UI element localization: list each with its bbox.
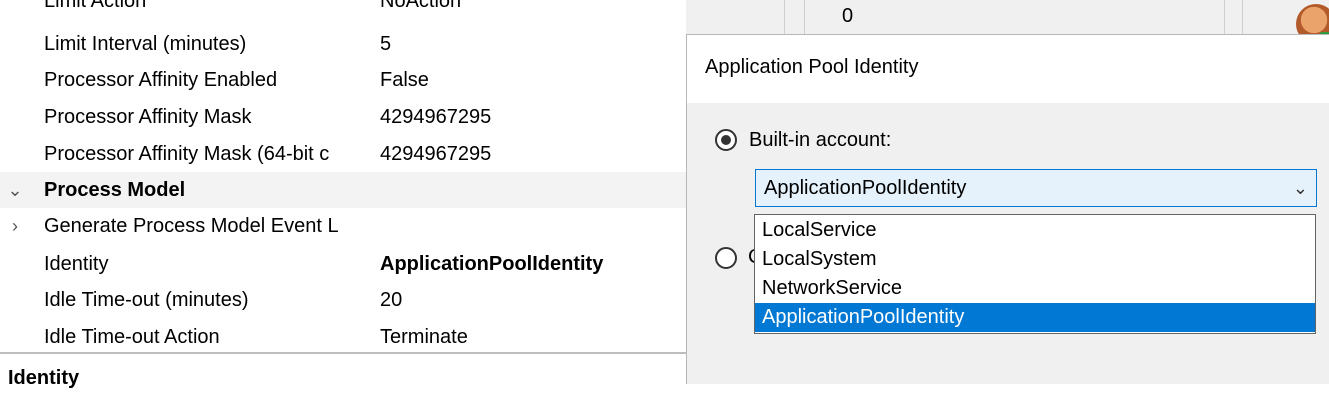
chevron-down-icon[interactable]: ⌄	[4, 172, 26, 208]
builtin-account-radio[interactable]	[715, 129, 737, 151]
property-value: ApplicationPoolIdentity	[380, 253, 604, 275]
property-name: Processor Affinity Mask (64-bit c	[44, 143, 330, 165]
combobox-value: ApplicationPoolIdentity	[764, 177, 967, 199]
property-row-processor-affinity-mask[interactable]: Processor Affinity Mask 4294967295	[0, 99, 686, 135]
description-title: Identity	[8, 367, 80, 389]
builtin-account-label[interactable]: Built-in account:	[749, 127, 891, 153]
property-row-generate-process-model-event-log[interactable]: › Generate Process Model Event L	[0, 208, 686, 244]
property-value: False	[380, 69, 429, 91]
dropdown-option-localservice[interactable]: LocalService	[755, 216, 1315, 245]
column-divider	[784, 0, 785, 34]
property-row-processor-affinity-enabled[interactable]: Processor Affinity Enabled False	[0, 62, 686, 98]
property-name: Idle Time-out (minutes)	[44, 289, 249, 311]
property-row-processor-affinity-mask-64[interactable]: Processor Affinity Mask (64-bit c 429496…	[0, 136, 686, 172]
dropdown-option-localsystem[interactable]: LocalSystem	[755, 245, 1315, 274]
property-value: NoAction	[380, 0, 462, 12]
chevron-right-icon[interactable]: ›	[4, 208, 26, 244]
background-grid-header	[686, 0, 1329, 34]
property-name: Idle Time-out Action	[44, 326, 220, 348]
property-name: Processor Affinity Mask	[44, 106, 252, 128]
property-row-limit-interval[interactable]: Limit Interval (minutes) 5	[0, 26, 686, 62]
background-cell-value: 0	[842, 5, 854, 27]
property-name: Processor Affinity Enabled	[44, 69, 278, 91]
property-name: Generate Process Model Event L	[44, 215, 339, 237]
property-value: 4294967295	[380, 106, 492, 128]
category-label: Process Model	[44, 179, 186, 201]
dropdown-option-applicationpoolidentity[interactable]: ApplicationPoolIdentity	[755, 303, 1315, 332]
account-dropdown-list: LocalService LocalSystem NetworkService …	[754, 214, 1316, 334]
column-divider	[1242, 0, 1243, 34]
property-value: Terminate	[380, 326, 468, 348]
custom-account-radio[interactable]	[715, 247, 737, 269]
column-divider	[1224, 0, 1225, 34]
property-row-identity[interactable]: Identity ApplicationPoolIdentity	[0, 246, 686, 282]
dialog-titlebar[interactable]: Application Pool Identity	[687, 35, 1329, 103]
property-value: 5	[380, 33, 392, 55]
column-divider	[804, 0, 805, 34]
property-value: 20	[380, 289, 403, 311]
dropdown-option-networkservice[interactable]: NetworkService	[755, 274, 1315, 303]
description-splitter[interactable]	[0, 352, 686, 354]
property-value	[380, 208, 680, 244]
property-grid: Limit Action NoAction Limit Interval (mi…	[0, 0, 686, 352]
property-row-limit-action[interactable]: Limit Action NoAction	[0, 0, 686, 19]
property-name: Limit Interval (minutes)	[44, 33, 247, 55]
builtin-account-combobox[interactable]: ApplicationPoolIdentity ⌄	[755, 169, 1317, 207]
property-row-idle-timeout[interactable]: Idle Time-out (minutes) 20	[0, 282, 686, 318]
property-value: 4294967295	[380, 143, 492, 165]
property-name: Limit Action	[44, 0, 147, 12]
property-name: Identity	[44, 253, 109, 275]
chevron-down-icon[interactable]: ⌄	[1293, 170, 1308, 206]
category-process-model[interactable]: ⌄ Process Model	[0, 172, 686, 208]
property-row-idle-timeout-action[interactable]: Idle Time-out Action Terminate	[0, 319, 686, 352]
dialog-title: Application Pool Identity	[705, 56, 919, 78]
